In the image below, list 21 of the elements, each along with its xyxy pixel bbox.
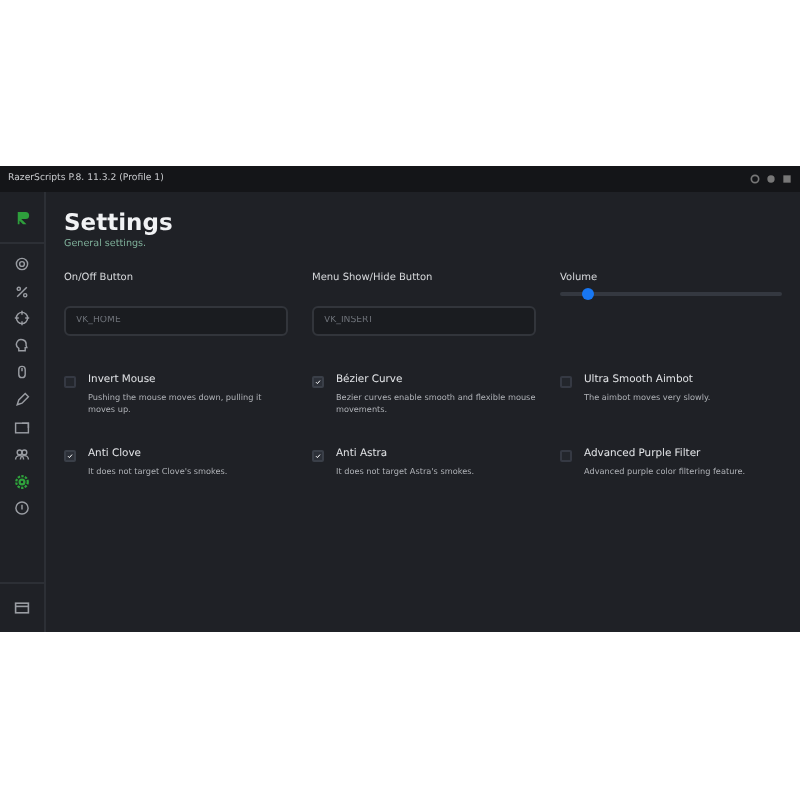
window-icon[interactable] (14, 600, 30, 616)
gear-icon[interactable] (14, 473, 30, 490)
mouse-icon[interactable] (14, 364, 30, 381)
checkbox[interactable] (312, 376, 324, 388)
minimize-icon[interactable] (750, 174, 760, 184)
people-icon[interactable] (14, 446, 30, 463)
info-icon[interactable] (14, 500, 30, 517)
page-title: Settings (64, 208, 175, 236)
checkbox[interactable] (312, 450, 324, 462)
screen-icon[interactable] (14, 419, 30, 436)
percent-icon[interactable] (14, 283, 30, 300)
checkbox[interactable] (560, 450, 572, 462)
logo-icon (15, 209, 29, 225)
close-icon[interactable] (782, 174, 792, 184)
crosshair-icon[interactable] (14, 310, 30, 327)
pen-icon[interactable] (14, 391, 30, 408)
target-icon[interactable] (14, 256, 30, 272)
maximize-icon[interactable] (766, 174, 776, 184)
checkbox[interactable] (64, 450, 76, 462)
checkbox[interactable] (560, 376, 572, 388)
checkbox[interactable] (64, 376, 76, 388)
